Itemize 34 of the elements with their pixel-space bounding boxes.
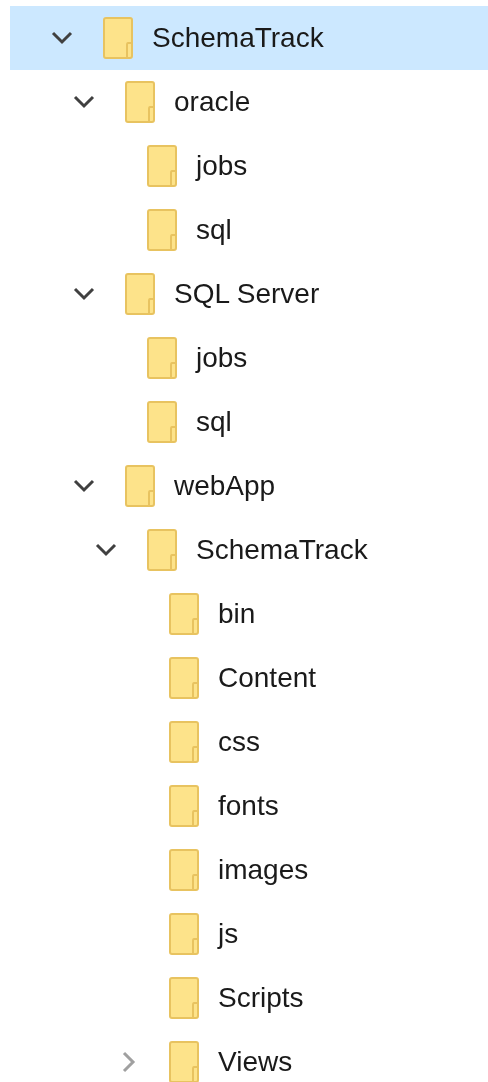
tree-item[interactable]: css: [10, 710, 488, 774]
folder-icon: [169, 593, 201, 635]
tree-item[interactable]: fonts: [10, 774, 488, 838]
folder-icon: [125, 273, 157, 315]
folder-icon: [169, 657, 201, 699]
tree-item[interactable]: Scripts: [10, 966, 488, 1030]
folder-icon: [169, 849, 201, 891]
tree-item[interactable]: Content: [10, 646, 488, 710]
tree-item[interactable]: oracle: [10, 70, 488, 134]
folder-icon: [169, 1041, 201, 1082]
tree-item[interactable]: webApp: [10, 454, 488, 518]
folder-icon: [169, 913, 201, 955]
tree-item[interactable]: images: [10, 838, 488, 902]
tree-item[interactable]: sql: [10, 198, 488, 262]
folder-icon: [169, 721, 201, 763]
folder-icon: [169, 977, 201, 1019]
tree-item[interactable]: bin: [10, 582, 488, 646]
folder-icon: [147, 209, 179, 251]
folder-icon: [125, 465, 157, 507]
tree-item[interactable]: sql: [10, 390, 488, 454]
folder-icon: [125, 81, 157, 123]
folder-icon: [147, 145, 179, 187]
tree-item[interactable]: Views: [10, 1030, 488, 1082]
tree-item[interactable]: SchemaTrack: [10, 6, 488, 70]
folder-icon: [147, 401, 179, 443]
tree-item[interactable]: js: [10, 902, 488, 966]
folder-icon: [103, 17, 135, 59]
tree-item[interactable]: jobs: [10, 134, 488, 198]
tree-item[interactable]: SchemaTrack: [10, 518, 488, 582]
tree-item[interactable]: SQL Server: [10, 262, 488, 326]
folder-icon: [147, 337, 179, 379]
folder-icon: [169, 785, 201, 827]
folder-icon: [147, 529, 179, 571]
tree-item[interactable]: jobs: [10, 326, 488, 390]
